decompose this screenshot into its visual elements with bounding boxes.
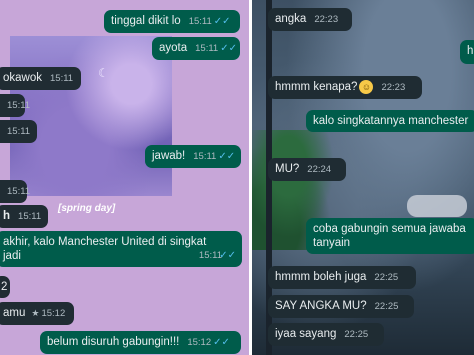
message-in[interactable]: MU? 22:24 [268, 158, 346, 181]
message-in[interactable]: 15:11 [0, 94, 30, 117]
message-time: 22:25 [344, 329, 369, 340]
message-time: 15:11 [193, 151, 217, 162]
double-check-icon: ✓✓ [220, 43, 237, 54]
message-text: jawab! [152, 150, 186, 162]
message-in[interactable]: angka 22:23 [268, 8, 352, 31]
message-text: okawok [3, 72, 42, 84]
message-text: hmmm kenapa? [275, 81, 358, 94]
message-text: MU? [275, 163, 300, 175]
grimacing-face-icon: ☺ [359, 80, 374, 94]
double-check-icon: ✓✓ [213, 16, 231, 27]
spring-day-image[interactable]: ☾ [10, 36, 172, 196]
message-time: 22:24 [307, 164, 332, 175]
message-text: iyaa sayang [275, 328, 337, 340]
message-text-line2: jadi [3, 250, 21, 262]
message-out[interactable]: h [460, 40, 474, 64]
message-text: tinggal dikit lo [111, 15, 181, 27]
message-in[interactable]: hmmm kenapa? ☺ 22:23 [268, 76, 422, 100]
message-text-line2: tanyain [313, 237, 351, 249]
message-text: amu [3, 307, 26, 319]
message-text: akhir, kalo Manchester United di singkat [3, 236, 207, 248]
message-out[interactable]: jawab! 15:11 ✓✓ [145, 145, 241, 168]
wallpaper-hand [407, 195, 467, 217]
message-time: 15:11 [7, 126, 31, 137]
message-in[interactable]: 2 [0, 276, 10, 298]
message-time: 22:23 [314, 14, 339, 25]
message-out[interactable]: akhir, kalo Manchester United di singkat… [0, 231, 242, 267]
message-text: ayota [159, 42, 188, 54]
message-out[interactable]: tinggal dikit lo 15:11 ✓✓ [104, 10, 240, 33]
message-time: 15:11 [50, 73, 74, 84]
image-caption: [spring day] [58, 203, 116, 214]
message-out[interactable]: coba gabungin semua jawaba tanyain [306, 218, 474, 254]
message-time: 22:23 [381, 82, 406, 94]
message-text: kalo singkatannya manchester [313, 115, 469, 127]
message-out[interactable]: ayota 15:11 ✓✓ [152, 37, 240, 60]
message-in[interactable]: 15:11 [0, 180, 31, 203]
message-out[interactable]: kalo singkatannya manchester [306, 110, 474, 132]
message-time: 22:25 [374, 272, 399, 283]
left-chat-screenshot: ☾ [spring day] tinggal dikit lo 15:11 ✓✓ a… [0, 0, 249, 355]
message-text: belum disuruh gabungin!!! [47, 336, 180, 348]
message-text: coba gabungin semua jawaba [313, 223, 466, 235]
crescent-moon-icon: ☾ [98, 66, 109, 80]
double-check-icon: ✓✓ [219, 250, 236, 261]
message-in[interactable]: SAY ANGKA MU? 22:25 [268, 295, 414, 318]
message-time: 15:11 [7, 186, 31, 197]
double-check-icon: ✓✓ [213, 337, 230, 348]
message-time: 15:11 [195, 43, 219, 54]
message-time: 15:11 [188, 16, 212, 27]
message-text: SAY ANGKA MU? [275, 300, 367, 312]
message-time: 15:12 [41, 308, 66, 319]
star-icon: ★ [31, 308, 40, 318]
right-chat-screenshot: angka 22:23 h hmmm kenapa? ☺ 22:23 kalo sin… [252, 0, 474, 355]
message-in[interactable]: 15:11 [0, 120, 37, 143]
message-time: 15:12 [187, 337, 212, 348]
message-in[interactable]: amu ★ 15:12 [0, 302, 74, 325]
message-time: 15:11 [7, 100, 31, 111]
message-in[interactable]: hmmm boleh juga 22:25 [268, 266, 416, 289]
message-text: hmmm boleh juga [275, 271, 367, 283]
message-time: 15:11 [18, 211, 42, 222]
message-text: angka [275, 13, 307, 25]
message-in[interactable]: okawok 15:11 [0, 67, 81, 90]
message-in[interactable]: h 15:11 [0, 205, 48, 228]
message-text: h [3, 210, 11, 222]
message-time: 22:25 [374, 301, 399, 312]
message-text: h [467, 45, 474, 57]
message-text: 2 [1, 281, 8, 293]
message-out[interactable]: belum disuruh gabungin!!! 15:12 ✓✓ [40, 331, 241, 354]
double-check-icon: ✓✓ [218, 151, 236, 162]
message-in[interactable]: iyaa sayang 22:25 [268, 323, 384, 346]
